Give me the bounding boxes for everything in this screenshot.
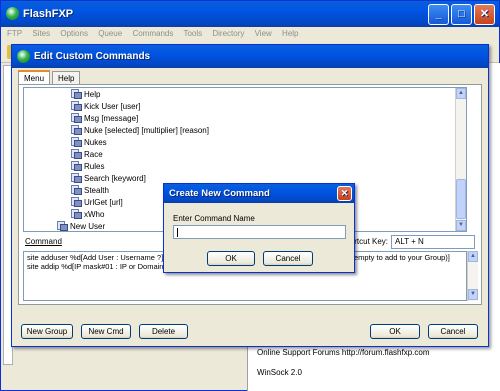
command-icon (70, 149, 82, 159)
dialog-title: Edit Custom Commands (34, 51, 151, 62)
main-title-bar: FlashFXP _ □ ✕ (1, 1, 499, 27)
command-icon (70, 89, 82, 99)
tree-item[interactable]: xWho (70, 209, 104, 220)
menu-directory[interactable]: Directory (212, 29, 244, 38)
tree-item[interactable]: Stealth (70, 185, 109, 196)
command-icon (70, 101, 82, 111)
tab-menu[interactable]: Menu (18, 70, 51, 85)
dialog-title-bar: Create New Command ✕ (164, 184, 354, 203)
command-icon (70, 209, 82, 219)
command-icon (56, 221, 68, 231)
tree-item[interactable]: UrlGet [url] (70, 197, 123, 208)
minimize-button[interactable]: _ (428, 4, 449, 25)
command-label: Command (25, 237, 62, 246)
menu-tools[interactable]: Tools (183, 29, 202, 38)
tree-item[interactable]: Msg [message] (70, 113, 138, 124)
scroll-down-icon[interactable]: ▼ (468, 289, 478, 300)
new-command-ok-button[interactable]: OK (207, 251, 255, 266)
tree-item[interactable]: Nuke [selected] [multiplier] [reason] (70, 125, 209, 136)
command-icon (70, 161, 82, 171)
status-line: Online Support Forums http://forum.flash… (257, 348, 430, 357)
dialog-title-bar: Edit Custom Commands (12, 45, 488, 68)
text-caret (177, 228, 178, 237)
tab-help[interactable]: Help (52, 71, 81, 85)
tree-item[interactable]: Help (70, 89, 100, 100)
command-icon (70, 137, 82, 147)
delete-button[interactable]: Delete (139, 324, 188, 339)
tree-item[interactable]: Race (70, 149, 103, 160)
tree-item[interactable]: Search [keyword] (70, 173, 146, 184)
close-icon[interactable]: ✕ (337, 186, 352, 201)
tree-item[interactable]: Kick User [user] (70, 101, 140, 112)
shortcut-key-input[interactable]: ALT + N (391, 235, 475, 249)
create-new-command-dialog: Create New Command ✕ Enter Command Name … (163, 183, 355, 273)
scroll-down-icon[interactable]: ▼ (456, 220, 466, 231)
new-command-cancel-button[interactable]: Cancel (263, 251, 313, 266)
flashfxp-app-icon (17, 50, 30, 63)
command-name-input[interactable] (173, 225, 346, 239)
cancel-button[interactable]: Cancel (428, 324, 478, 339)
command-icon (70, 185, 82, 195)
dialog-title: Create New Command (169, 188, 270, 199)
menu-queue[interactable]: Queue (98, 29, 122, 38)
scroll-thumb[interactable] (456, 179, 466, 219)
command-icon (70, 197, 82, 207)
menu-options[interactable]: Options (60, 29, 88, 38)
command-line-tail: empty to add to your Group)] (354, 253, 450, 262)
menu-help[interactable]: Help (282, 29, 298, 38)
scroll-up-icon[interactable]: ▲ (456, 88, 466, 99)
main-menu-bar: FTP Sites Options Queue Commands Tools D… (1, 27, 499, 41)
command-scrollbar[interactable]: ▲ ▼ (467, 251, 478, 301)
close-button[interactable]: ✕ (474, 4, 495, 25)
maximize-button[interactable]: □ (451, 4, 472, 25)
command-icon (70, 113, 82, 123)
command-icon (70, 173, 82, 183)
tree-scrollbar[interactable]: ▲ ▼ (455, 88, 466, 231)
scroll-up-icon[interactable]: ▲ (468, 251, 478, 262)
tree-item-new-user[interactable]: New User (56, 221, 105, 231)
status-line: WinSock 2.0 (257, 368, 302, 377)
tree-item[interactable]: Rules (70, 161, 104, 172)
menu-ftp[interactable]: FTP (7, 29, 22, 38)
tree-item[interactable]: Nukes (70, 137, 107, 148)
menu-view[interactable]: View (255, 29, 272, 38)
main-window-title: FlashFXP (23, 8, 74, 20)
menu-commands[interactable]: Commands (132, 29, 173, 38)
menu-sites[interactable]: Sites (32, 29, 50, 38)
command-name-label: Enter Command Name (173, 214, 255, 223)
new-group-button[interactable]: New Group (21, 324, 73, 339)
new-cmd-button[interactable]: New Cmd (81, 324, 131, 339)
ok-button[interactable]: OK (370, 324, 420, 339)
flashfxp-app-icon (6, 7, 19, 20)
command-icon (70, 125, 82, 135)
